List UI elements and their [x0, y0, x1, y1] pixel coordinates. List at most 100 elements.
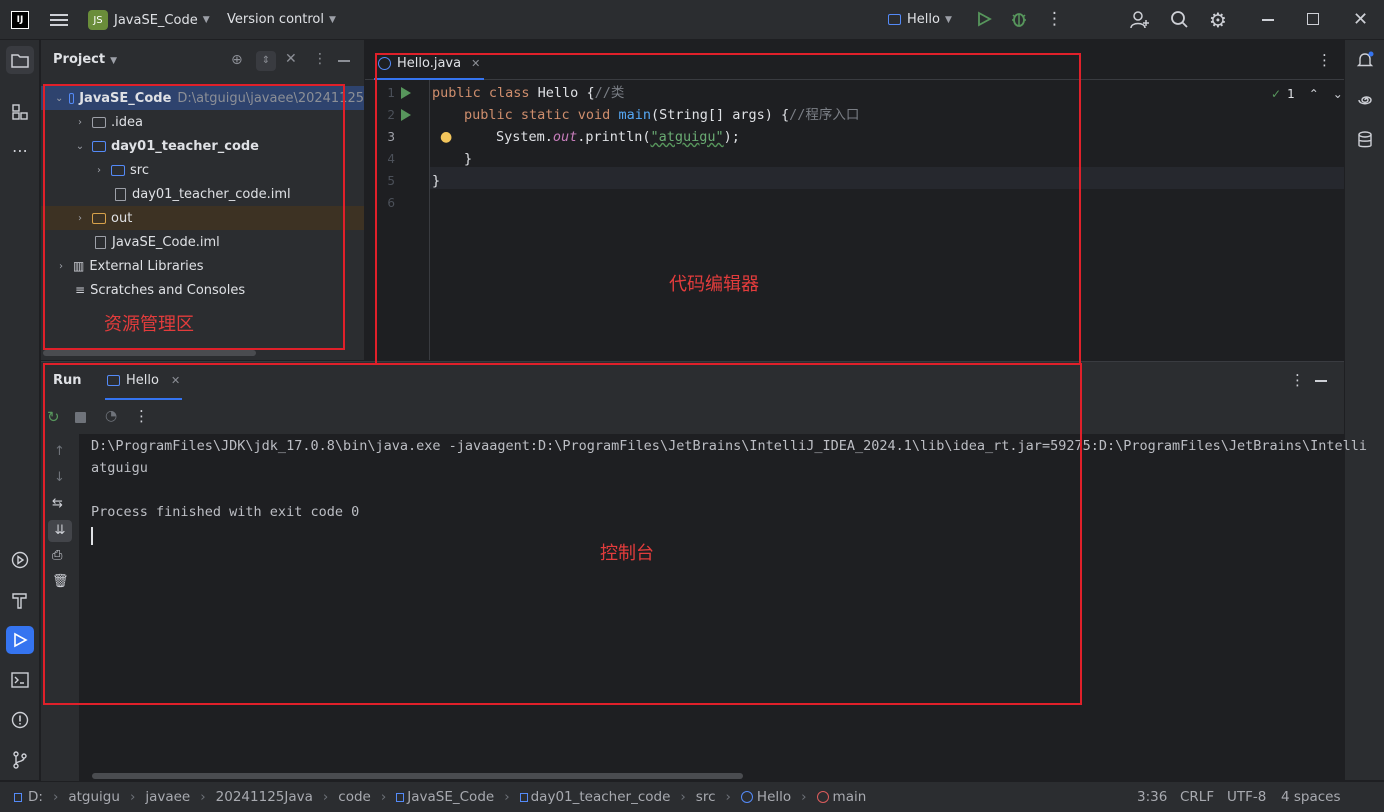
tree-item-external-libraries[interactable]: › ▥ External Libraries: [41, 254, 364, 278]
line-number: 6: [387, 196, 395, 210]
breadcrumb-item[interactable]: code: [338, 789, 371, 805]
run-button[interactable]: [976, 11, 992, 27]
chevron-down-icon: ▼: [202, 15, 210, 25]
bell-glyph: [1356, 51, 1374, 67]
tree-item-project-iml[interactable]: JavaSE_Code.iml: [41, 230, 364, 254]
build-hammer-icon[interactable]: [6, 586, 34, 614]
services-tool-button[interactable]: [6, 546, 34, 574]
search-button[interactable]: [1170, 10, 1189, 29]
tab-run-hello[interactable]: Hello ✕: [105, 362, 183, 400]
code-line-2[interactable]: public static void main(String[] args) {…: [464, 104, 859, 126]
structure-icon: [12, 104, 28, 120]
drive-icon: [14, 792, 22, 802]
close-tab-icon[interactable]: ✕: [171, 374, 180, 387]
breadcrumb-item[interactable]: 20241125Java: [216, 789, 313, 805]
project-switcher[interactable]: JS JavaSE_Code ▼: [88, 10, 210, 30]
ai-assistant-icon[interactable]: [1351, 86, 1379, 114]
terminal-tool-button[interactable]: [6, 666, 34, 694]
tree-item-src[interactable]: › src: [41, 158, 364, 182]
previous-highlight-icon[interactable]: ⌃: [1309, 87, 1319, 101]
code-line-5[interactable]: }: [432, 170, 440, 192]
structure-tool-button[interactable]: [6, 98, 34, 126]
add-user-button[interactable]: [1130, 10, 1150, 30]
horizontal-scrollbar[interactable]: [43, 350, 256, 356]
breadcrumb-separator: ›: [801, 789, 807, 805]
stop-icon[interactable]: [75, 412, 86, 423]
tab-hello-java[interactable]: Hello.java ✕: [374, 49, 485, 80]
panel-options-icon[interactable]: ⋮: [313, 51, 327, 67]
run-panel: Run Hello ✕ ⋮ ↻ ◔ ⋮ ↑ ↓ ⇆ ⇊ ⎙ 🗑 D:\Progr…: [41, 361, 1367, 781]
line-separator[interactable]: CRLF: [1180, 789, 1214, 805]
indent-setting[interactable]: 4 spaces: [1281, 789, 1341, 805]
tab-options-icon[interactable]: ⋮: [1317, 51, 1332, 69]
run-options-icon[interactable]: ⋮: [1290, 371, 1305, 389]
breadcrumb-item[interactable]: Hello: [757, 789, 791, 805]
scroll-to-end-icon[interactable]: ⇊: [48, 520, 72, 542]
hide-panel-icon[interactable]: [338, 60, 350, 62]
breadcrumb-item[interactable]: atguigu: [68, 789, 120, 805]
app-icon: [888, 14, 901, 25]
problems-tool-button[interactable]: [6, 706, 34, 734]
code-line-4[interactable]: }: [464, 148, 472, 170]
soft-wrap-icon[interactable]: ⇆: [52, 496, 63, 511]
rerun-icon[interactable]: ↻: [47, 408, 60, 426]
breadcrumb-item[interactable]: day01_teacher_code: [531, 789, 671, 805]
tree-item-scratches[interactable]: ≡ Scratches and Consoles: [41, 278, 364, 302]
database-icon[interactable]: [1351, 126, 1379, 154]
tree-item-out[interactable]: › out: [41, 206, 364, 230]
profiler-gauge-icon[interactable]: ◔: [105, 408, 117, 424]
more-tools-icon[interactable]: ⋯: [6, 136, 34, 164]
main-menu-icon[interactable]: [50, 12, 68, 28]
breadcrumb-item[interactable]: src: [696, 789, 716, 805]
tree-item-module-iml[interactable]: day01_teacher_code.iml: [41, 182, 364, 206]
notifications-bell-icon[interactable]: [1351, 46, 1379, 74]
close-tab-icon[interactable]: ✕: [471, 57, 480, 70]
tree-item-idea[interactable]: › .idea: [41, 110, 364, 134]
breadcrumb-item[interactable]: D:: [28, 789, 43, 805]
code-text: Hello {: [529, 85, 595, 101]
more-actions-icon[interactable]: ⋮: [1046, 9, 1063, 29]
close-window-icon[interactable]: ✕: [1353, 9, 1368, 30]
intention-bulb-icon[interactable]: ●: [440, 129, 452, 145]
breadcrumb-item[interactable]: main: [833, 789, 867, 805]
caret-position[interactable]: 3:36: [1137, 789, 1167, 805]
more-actions-icon[interactable]: ⋮: [134, 407, 149, 425]
run-config-selector[interactable]: Hello ▼: [888, 12, 952, 27]
settings-gear-icon[interactable]: ⚙: [1209, 8, 1227, 32]
code-line-3[interactable]: System.out.println("atguigu");: [496, 126, 740, 148]
console-area-label: 控制台: [600, 543, 654, 564]
clear-trash-icon[interactable]: 🗑: [52, 574, 69, 589]
code-line-1[interactable]: public class Hello {//类: [432, 82, 624, 104]
console-line: D:\ProgramFiles\JDK\jdk_17.0.8\bin\java.…: [91, 438, 1368, 454]
tree-root-item[interactable]: ⌄ JavaSE_Code D:\atguigu\javaee\20241125: [41, 86, 364, 110]
run-gutter-icon[interactable]: [401, 109, 411, 121]
breadcrumb-item[interactable]: JavaSE_Code: [407, 789, 494, 805]
title-bar: IJ JS JavaSE_Code ▼ Version control ▼ He…: [0, 0, 1384, 40]
collapse-all-icon[interactable]: ✕: [285, 51, 297, 67]
folder-icon: [92, 116, 106, 128]
iml-file-icon: [115, 187, 126, 201]
expand-collapse-icon[interactable]: ⇕: [256, 51, 276, 71]
file-encoding[interactable]: UTF-8: [1227, 789, 1266, 805]
run-gutter-icon[interactable]: [401, 87, 411, 99]
vcs-menu[interactable]: Version control ▼: [227, 12, 336, 27]
git-tool-button[interactable]: [6, 746, 34, 774]
hide-panel-icon[interactable]: [1315, 380, 1327, 382]
tree-item-module[interactable]: ⌄ day01_teacher_code: [41, 134, 364, 158]
maximize-window-icon[interactable]: [1307, 13, 1319, 25]
run-tool-button[interactable]: [6, 626, 34, 654]
tab-label: Hello.java: [397, 56, 462, 71]
scroll-up-icon[interactable]: ↑: [54, 444, 65, 459]
project-panel-header[interactable]: Project ▼: [53, 52, 117, 67]
breadcrumb-item[interactable]: javaee: [145, 789, 190, 805]
debug-button[interactable]: [1010, 10, 1028, 28]
horizontal-scrollbar[interactable]: [92, 773, 743, 779]
minimize-window-icon[interactable]: [1262, 19, 1274, 21]
code-text: .println(: [577, 129, 651, 145]
project-tool-button[interactable]: [6, 46, 34, 74]
next-highlight-icon[interactable]: ⌄: [1333, 87, 1343, 101]
inspection-widget[interactable]: ✓ 1 ⌃ ⌄: [1271, 87, 1343, 101]
scroll-down-icon[interactable]: ↓: [54, 470, 65, 485]
print-icon[interactable]: ⎙: [52, 548, 62, 563]
locate-file-icon[interactable]: ⊕: [231, 52, 243, 68]
